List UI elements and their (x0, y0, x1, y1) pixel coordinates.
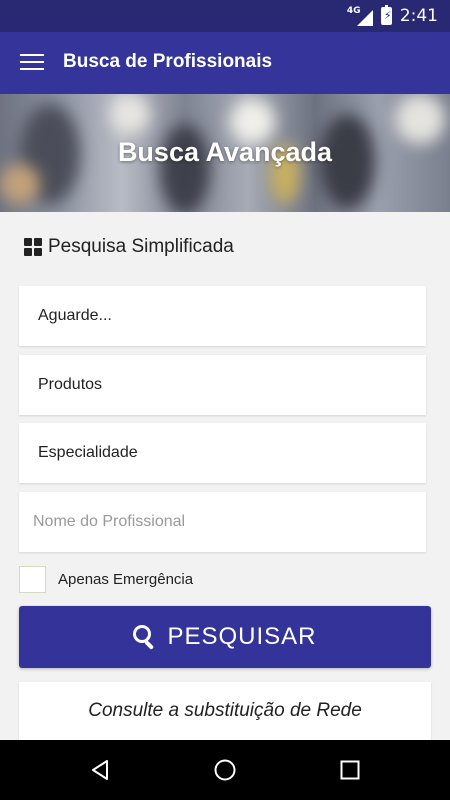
app-bar: Busca de Profissionais (0, 32, 450, 94)
hero-banner: Busca Avançada (0, 94, 450, 212)
location-select[interactable]: Aguarde... (19, 286, 426, 346)
search-button-label: PESQUISAR (167, 623, 317, 650)
hero-title: Busca Avançada (117, 137, 333, 167)
hamburger-menu-icon[interactable] (20, 54, 44, 72)
search-icon (133, 625, 157, 650)
professional-name-input[interactable] (19, 491, 426, 553)
product-select-value: Produtos (38, 376, 103, 393)
status-bar: 4G ⚡ 2:41 (0, 0, 450, 32)
battery-charging-icon: ⚡ (380, 5, 392, 25)
recents-icon[interactable] (338, 758, 362, 782)
location-select-value: Aguarde... (38, 307, 112, 324)
grid-icon (24, 238, 42, 256)
app-title: Busca de Profissionais (63, 51, 273, 72)
emergency-label: Apenas Emergência (58, 571, 194, 588)
status-time: 2:41 (399, 6, 438, 26)
navigation-bar (0, 740, 450, 800)
specialty-select-value: Especialidade (38, 444, 138, 461)
signal-icon: 4G (347, 6, 373, 26)
home-icon[interactable] (213, 758, 237, 782)
product-select[interactable]: Produtos (19, 355, 426, 415)
section-title-label: Pesquisa Simplificada (48, 236, 234, 257)
professional-name-field-wrapper (19, 491, 426, 553)
back-icon[interactable] (88, 758, 112, 782)
search-button[interactable]: PESQUISAR (19, 606, 431, 668)
network-substitution-link[interactable]: Consulte a substituição de Rede (19, 682, 431, 740)
emergency-checkbox[interactable] (19, 566, 46, 593)
network-substitution-label: Consulte a substituição de Rede (88, 700, 362, 721)
specialty-select[interactable]: Especialidade (19, 423, 426, 483)
section-title: Pesquisa Simplificada (24, 236, 234, 258)
emergency-option: Apenas Emergência (19, 566, 193, 593)
